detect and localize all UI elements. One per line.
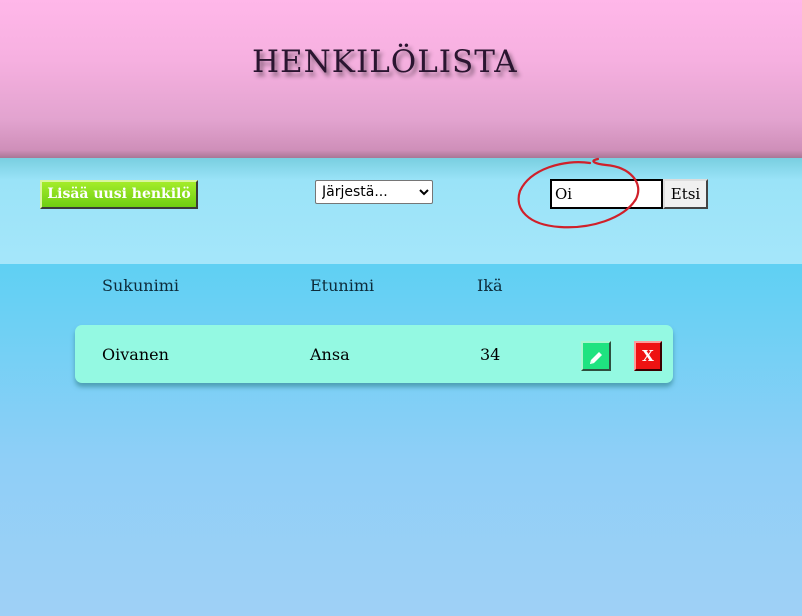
search-input[interactable]	[550, 179, 663, 209]
sort-select[interactable]: Järjestä...	[315, 180, 433, 204]
page-title: HENKILÖLISTA	[252, 44, 518, 80]
column-header-sukunimi: Sukunimi	[102, 276, 179, 295]
search-button[interactable]: Etsi	[663, 179, 708, 209]
edit-button[interactable]	[581, 341, 611, 371]
delete-button[interactable]: X	[634, 341, 662, 371]
column-header-etunimi: Etunimi	[310, 276, 375, 295]
pencil-icon	[590, 351, 602, 364]
cell-etunimi: Ansa	[310, 345, 350, 364]
table-row: Oivanen Ansa 34 X	[75, 325, 673, 383]
add-person-button[interactable]: Lisää uusi henkilö	[40, 180, 198, 209]
cell-sukunimi: Oivanen	[102, 345, 169, 364]
page-header: HENKILÖLISTA	[0, 0, 802, 158]
column-header-ika: Ikä	[477, 276, 503, 295]
toolbar	[0, 158, 802, 264]
cell-ika: 34	[480, 345, 501, 364]
